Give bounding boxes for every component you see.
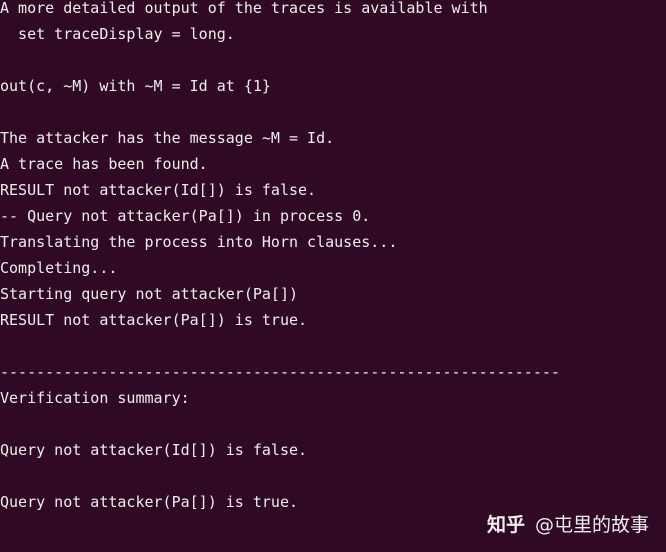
terminal-line: Verification summary: xyxy=(0,389,190,407)
terminal-line: Completing... xyxy=(0,259,118,277)
terminal-line: The attacker has the message ~M = Id. xyxy=(0,129,335,147)
terminal-line: RESULT not attacker(Id[]) is false. xyxy=(0,181,317,199)
watermark-author: @屯里的故事 xyxy=(535,514,650,536)
terminal-line: Translating the process into Horn clause… xyxy=(0,233,398,251)
terminal-output: A more detailed output of the traces is … xyxy=(0,0,560,515)
terminal-line: RESULT not attacker(Pa[]) is true. xyxy=(0,311,308,329)
terminal-line: A trace has been found. xyxy=(0,155,208,173)
watermark: 知乎 @屯里的故事 xyxy=(487,510,649,537)
zhihu-logo: 知乎 xyxy=(487,514,526,536)
terminal-line: out(c, ~M) with ~M = Id at {1} xyxy=(0,77,271,95)
terminal-line: Query not attacker(Pa[]) is true. xyxy=(0,493,299,511)
terminal-line: Starting query not attacker(Pa[]) xyxy=(0,285,299,303)
terminal-line: A more detailed output of the traces is … xyxy=(0,0,488,17)
terminal-line: set traceDisplay = long. xyxy=(0,25,235,43)
terminal-line: -- Query not attacker(Pa[]) in process 0… xyxy=(0,207,371,225)
terminal-line: Query not attacker(Id[]) is false. xyxy=(0,441,308,459)
separator-line: ----------------------------------------… xyxy=(0,363,560,381)
